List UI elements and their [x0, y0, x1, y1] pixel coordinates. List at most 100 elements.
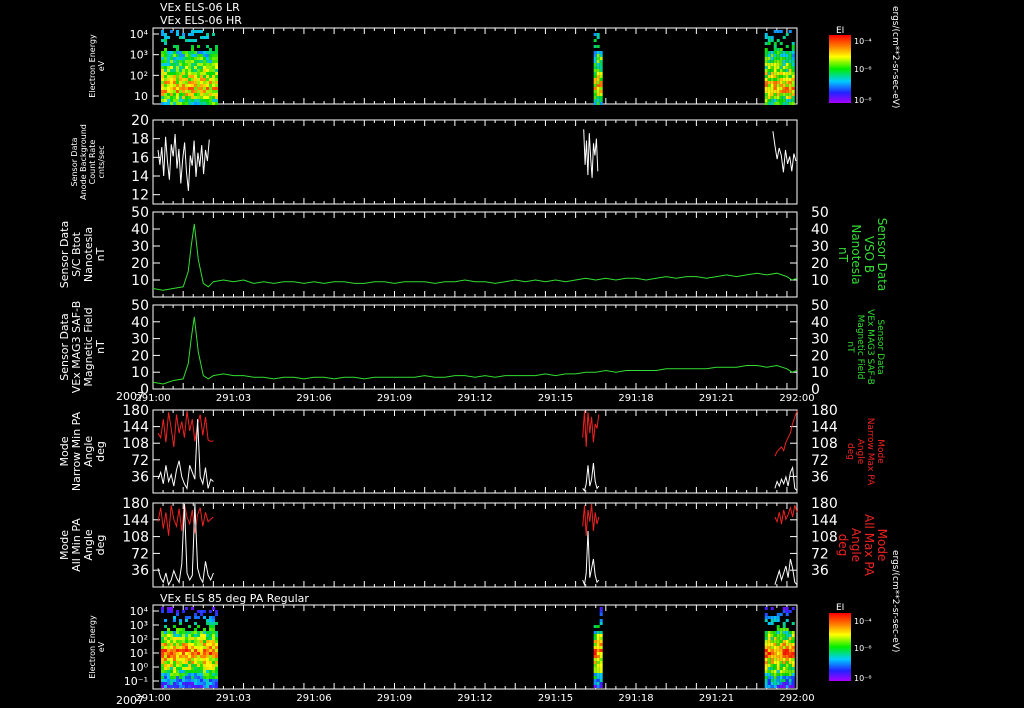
p7-heat-cell [203, 655, 206, 658]
p1-heat-cell [215, 69, 218, 72]
p1-heat-cell [764, 42, 768, 45]
p1-heat-cell [170, 93, 173, 96]
p4-ylabel-line: nT [94, 340, 107, 354]
p7-heat-cell [596, 682, 600, 685]
p7-heat-cell [767, 649, 771, 652]
p1-heat-cell [185, 57, 188, 60]
p7-heat-cell [209, 676, 212, 679]
p1-heat-cell [779, 57, 783, 60]
p4-ylabel-right-line: Sensor Data [875, 319, 885, 374]
p1-heat-cell [164, 39, 167, 42]
p1-heat-cell [188, 60, 191, 63]
p7-heat-cell [212, 652, 215, 655]
p7-heat-cell [170, 670, 173, 673]
p7-heat-cell [182, 649, 185, 652]
p1-heat-cell [173, 75, 176, 78]
p7-heat-cell [782, 664, 786, 667]
p7-heat-cell [770, 667, 774, 670]
p7-heat-cell [770, 643, 774, 646]
p1-heat-cell [161, 81, 164, 84]
p1-heat-cell [194, 57, 197, 60]
p7-heat-cell [179, 661, 182, 664]
p1-heat-cell [182, 96, 185, 99]
p1-heat-cell [161, 60, 164, 63]
p1-heat-cell [167, 78, 170, 81]
p1-heat-cell [188, 75, 191, 78]
p7-heat-cell [782, 652, 786, 655]
p1-heat-cell [215, 84, 218, 87]
p3-ylabel-right-line: Sensor Data [875, 218, 889, 292]
p7-heat-cell [170, 658, 173, 661]
p7-heat-cell [167, 649, 170, 652]
p7-heat-cell [194, 664, 197, 667]
p1-heat-cell [206, 36, 209, 39]
p4-ytick-label: 10 [131, 365, 149, 381]
p1-heat-cell [212, 84, 215, 87]
p6-ytick-label-right: 144 [811, 513, 838, 529]
p1-heat-cell [773, 57, 777, 60]
p7-heat-cell [203, 676, 206, 679]
p7-heat-cell [173, 637, 176, 640]
p1-heat-cell [779, 99, 783, 102]
p7-heat-cell [782, 637, 786, 640]
p1-heat-cell [182, 51, 185, 54]
p1-heat-cell [182, 99, 185, 102]
p7-heat-cell [599, 661, 603, 664]
p1-heat-cell [770, 87, 774, 90]
p7-heat-cell [764, 634, 768, 637]
p7-heat-cell [185, 619, 188, 622]
p1-heat-cell [596, 72, 600, 75]
p1-heat-cell [191, 72, 194, 75]
p1-heat-cell [599, 75, 603, 78]
p7-heat-cell [767, 634, 771, 637]
p7-heat-cell [770, 682, 774, 685]
p7-heat-cell [776, 685, 780, 688]
p2-ylabel-line: Count Rate [88, 140, 97, 185]
p1-heat-cell [194, 102, 197, 105]
p1-heat-cell [185, 63, 188, 66]
p7-heat-cell [767, 622, 771, 625]
p1-heat-cell [770, 51, 774, 54]
p4-ytick-label-right: 40 [811, 315, 829, 331]
p7-heat-cell [167, 685, 170, 688]
p1-heat-cell [188, 78, 191, 81]
p7-heat-cell [770, 655, 774, 658]
p7-heat-cell [197, 649, 200, 652]
p7-heat-cell [191, 652, 194, 655]
p1-heat-cell [170, 51, 173, 54]
p7-heat-cell [206, 655, 209, 658]
p7-heat-cell [161, 679, 164, 682]
p7-heat-cell [185, 634, 188, 637]
p7-heat-cell [596, 664, 600, 667]
p7-heat-cell [209, 658, 212, 661]
p1-heat-cell [206, 57, 209, 60]
p1-heat-cell [791, 75, 795, 78]
panel7-title: VEx ELS 85 deg PA Regular [160, 592, 309, 605]
p1-heat-cell [161, 93, 164, 96]
p1-heat-cell [770, 84, 774, 87]
p7-heat-cell [167, 607, 170, 610]
p1-heat-cell [167, 81, 170, 84]
p7-heat-cell [179, 685, 182, 688]
p7-heat-cell [209, 628, 212, 631]
p1-heat-cell [767, 51, 771, 54]
p7-heat-cell [209, 622, 212, 625]
p1-heat-cell [215, 57, 218, 60]
p1-heat-cell [167, 60, 170, 63]
p7-heat-cell [599, 658, 603, 661]
p1-heat-cell [182, 81, 185, 84]
p7-heat-cell [170, 664, 173, 667]
colorbar-top-gradient [829, 35, 851, 103]
p1-heat-cell [203, 72, 206, 75]
p1-heat-cell [788, 75, 792, 78]
p1-heat-cell [176, 102, 179, 105]
p5-ylabel-right-line: Narrow Max PA [865, 418, 875, 486]
p7-heat-cell [773, 679, 777, 682]
p1-heat-cell [194, 66, 197, 69]
p7-heat-cell [785, 643, 789, 646]
p1-heat-cell [170, 30, 173, 33]
p7-heat-cell [212, 643, 215, 646]
p7-heat-cell [206, 634, 209, 637]
p7-heat-cell [203, 682, 206, 685]
p7-heat-cell [782, 631, 786, 634]
